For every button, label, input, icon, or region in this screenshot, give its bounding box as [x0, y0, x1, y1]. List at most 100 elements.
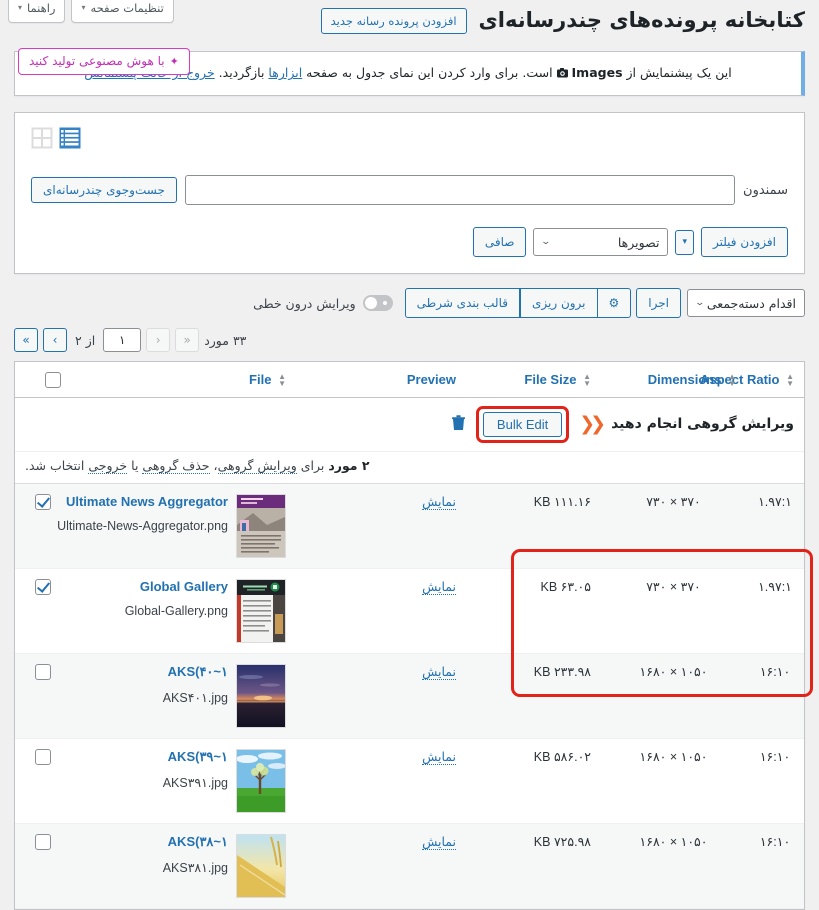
inline-edit-toggle[interactable]: [362, 295, 393, 312]
col-preview-label: Preview: [406, 372, 456, 388]
file-title-link[interactable]: AKS(۳۹~۱: [163, 749, 228, 765]
cell-file: Ultimate News Aggregator Ultimate-News-Ag…: [57, 483, 296, 569]
search-row: سمندون جست‌وجوی چندرسانه‌ای: [31, 175, 788, 206]
pagination-last-button[interactable]: »: [175, 328, 200, 353]
table-row: ۱.۹۷:۱ ۳۷۰ × ۷۳۰ ۱۱۱.۱۶ KB نمایش Ultimate Ne…: [15, 483, 804, 569]
page-options-button[interactable]: تنظیمات صفحه ▾: [71, 0, 174, 23]
cell-file-size: ۵۸۶.۰۲ KB: [466, 738, 601, 824]
col-file-size[interactable]: ▲ ▼ File Size: [466, 362, 601, 398]
preview-link[interactable]: نمایش: [422, 748, 456, 765]
media-table: ▲ ▼ Aspect Ratio ▲ ▼ Dimensions ▲ ▼ File Si…: [15, 362, 804, 909]
search-label: سمندون: [743, 182, 788, 198]
row-checkbox[interactable]: [35, 578, 51, 595]
add-filter-caret-button[interactable]: ▾: [675, 229, 694, 256]
conditional-format-button[interactable]: قالب بندی شرطی: [404, 288, 520, 319]
table-row: ۱۶:۱۰ ۱۰۵۰ × ۱۶۸۰ ۲۳۳.۹۸ KB نمایش AKS(۴۰~۱ AK…: [15, 653, 804, 739]
add-filter-button[interactable]: افزودن فیلتر: [700, 227, 788, 258]
select-all-checkbox[interactable]: [45, 371, 61, 388]
cell-preview: نمایش: [296, 568, 466, 654]
col-preview: Preview: [296, 362, 466, 398]
row-checkbox[interactable]: [35, 663, 51, 680]
search-input[interactable]: [184, 175, 736, 206]
table-tools-group: ⚙ برون ریزی قالب بندی شرطی: [404, 288, 632, 319]
preview-link[interactable]: نمایش: [422, 493, 456, 510]
pagination-current-page[interactable]: ۱: [103, 328, 142, 353]
cell-dimensions: ۱۰۵۰ × ۱۶۸۰: [601, 823, 746, 909]
list-view-icon[interactable]: [59, 127, 81, 149]
cell-dimensions: ۱۰۵۰ × ۱۶۸۰: [601, 653, 746, 739]
cell-file: AKS(۳۸~۱ AKS۳۸۱.jpg: [71, 823, 296, 909]
cell-select: [15, 568, 71, 654]
clear-filters-button[interactable]: صافی: [472, 227, 527, 258]
bulk-edit-button[interactable]: Bulk Edit: [482, 411, 563, 437]
file-thumbnail[interactable]: [236, 578, 286, 643]
cell-file-size: ۱۱۱.۱۶ KB: [466, 483, 601, 569]
preview-link[interactable]: نمایش: [422, 833, 456, 850]
add-new-media-button[interactable]: افزودن پرونده رسانه جدید: [320, 7, 467, 34]
inline-edit-toggle-wrap: ویرایش درون خطی: [253, 295, 393, 312]
export-link[interactable]: خروجی: [88, 457, 128, 474]
file-title-link[interactable]: Ultimate News Aggregator: [57, 494, 228, 509]
file-thumbnail[interactable]: [236, 833, 286, 898]
selection-text-1: برای: [300, 457, 325, 473]
file-thumbnail[interactable]: [236, 493, 286, 558]
col-aspect-ratio[interactable]: ▲ ▼ Aspect Ratio: [700, 362, 804, 398]
tools-link[interactable]: ابزارها: [268, 65, 302, 80]
notice-text-mid: است. برای وارد کردن این نمای جدول به صفح…: [306, 65, 553, 81]
help-button[interactable]: راهنما ▾: [8, 0, 66, 23]
cell-aspect-ratio: ۱۶:۱۰: [746, 653, 804, 739]
cell-select: [15, 653, 71, 739]
preview-link[interactable]: نمایش: [422, 578, 456, 595]
col-dimensions[interactable]: ▲ ▼ Dimensions: [601, 362, 746, 398]
bulk-action-value: اقدام دسته‌جمعی: [706, 295, 796, 311]
trash-icon[interactable]: [451, 415, 466, 434]
cell-file-size: ۶۳.۰۵ KB: [466, 568, 601, 654]
col-file-size-label: File Size: [524, 371, 577, 387]
apply-bulk-action-button[interactable]: اجرا: [636, 288, 681, 319]
inline-edit-label: ویرایش درون خطی: [253, 295, 356, 311]
pagination-first-button[interactable]: «: [14, 328, 38, 353]
file-title-link[interactable]: AKS(۴۰~۱: [163, 664, 228, 680]
row-checkbox[interactable]: [35, 493, 51, 510]
row-checkbox[interactable]: [35, 748, 51, 765]
col-select-all[interactable]: [15, 362, 71, 398]
file-thumbnail[interactable]: [236, 663, 286, 728]
cell-aspect-ratio: ۱.۹۷:۱: [746, 568, 804, 654]
ai-generate-label: با هوش مصنوعی تولید کنید: [29, 54, 165, 68]
chevron-down-icon: ▾: [81, 3, 86, 13]
selection-count: ۲ مورد: [328, 457, 370, 473]
pagination-next-button[interactable]: ›: [146, 328, 171, 353]
selection-text-3: انتخاب شد.: [25, 457, 85, 473]
row-checkbox[interactable]: [35, 833, 51, 850]
file-name: AKS۳۸۱.jpg: [162, 860, 228, 875]
table-head: ▲ ▼ Aspect Ratio ▲ ▼ Dimensions ▲ ▼ File Si…: [15, 362, 804, 398]
preview-link[interactable]: نمایش: [422, 663, 456, 680]
help-label: راهنما: [27, 1, 56, 15]
grid-view-icon[interactable]: [31, 127, 53, 149]
sparkle-icon: ✦: [169, 54, 179, 68]
file-title-link[interactable]: AKS(۳۸~۱: [163, 834, 228, 850]
pagination-prev-button[interactable]: ‹: [43, 328, 67, 353]
table-settings-button[interactable]: ⚙: [596, 288, 632, 319]
cell-file: AKS(۴۰~۱ AKS۴۰۱.jpg: [71, 653, 296, 739]
col-file-label: File: [249, 371, 272, 387]
table-row: ۱.۹۷:۱ ۳۷۰ × ۷۳۰ ۶۳.۰۵ KB نمایش Global Galle…: [15, 568, 804, 654]
file-title-link[interactable]: Global Gallery: [125, 579, 228, 594]
cell-file: Global Gallery Global-Gallery.png: [71, 568, 296, 654]
export-button[interactable]: برون ریزی: [519, 288, 598, 319]
bulk-action-select[interactable]: اقدام دسته‌جمعی ⌄: [687, 289, 805, 318]
ai-generate-button[interactable]: ✦ با هوش مصنوعی تولید کنید: [18, 48, 190, 75]
table-body: ویرایش گروهی انجام دهید ❯❯ Bulk Edit ۲ م…: [15, 397, 804, 909]
cell-dimensions: ۳۷۰ × ۷۳۰: [601, 568, 746, 654]
page-title: کتابخانه پرونده‌های چندرسانه‌ای: [478, 8, 805, 32]
selection-sep-1: ،: [213, 457, 218, 473]
bulk-edit-link[interactable]: ویرایش گروهی: [217, 457, 297, 474]
col-file[interactable]: ▲ ▼ File: [71, 362, 296, 398]
cell-aspect-ratio: ۱۶:۱۰: [746, 823, 804, 909]
file-thumbnail[interactable]: [236, 748, 286, 813]
cell-file-size: ۷۲۵.۹۸ KB: [466, 823, 601, 909]
media-search-button[interactable]: جست‌وجوی چندرسانه‌ای: [31, 177, 177, 204]
media-type-select[interactable]: تصویرها ⌄: [533, 228, 669, 257]
bulk-delete-link[interactable]: حذف گروهی: [142, 457, 210, 474]
double-chevron-left-icon: ❯❯: [579, 412, 606, 435]
